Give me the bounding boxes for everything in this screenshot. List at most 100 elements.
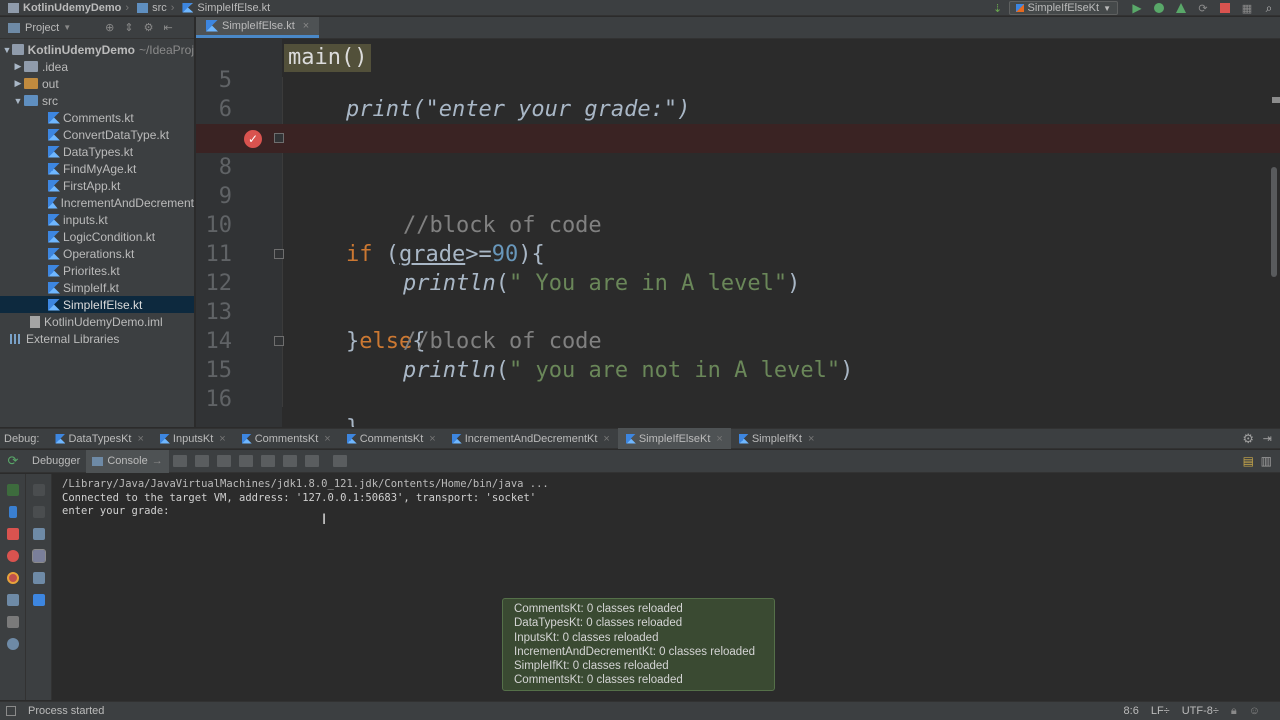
pin-arrow-icon[interactable]: →	[152, 455, 163, 467]
reload-button[interactable]: ⟳	[1192, 0, 1214, 16]
code-line-breakpoint[interactable]: 8 ✓ if (grade>=90){	[196, 124, 1280, 267]
layout-icon[interactable]: ▤	[1243, 454, 1254, 468]
collapse-all-icon[interactable]: ⇕	[124, 21, 133, 34]
close-icon[interactable]: ×	[603, 433, 609, 445]
up-stack-icon[interactable]	[32, 484, 45, 496]
tree-item-file[interactable]: Comments.kt	[0, 109, 194, 126]
close-icon[interactable]: ×	[324, 433, 330, 445]
fold-marker-icon[interactable]	[274, 133, 284, 143]
tree-item-src[interactable]: ▼ src	[0, 92, 194, 109]
resume-icon[interactable]	[6, 484, 19, 496]
drop-frame-icon[interactable]	[282, 455, 297, 467]
breadcrumb-src[interactable]: src	[129, 2, 171, 14]
expand-arrow-icon[interactable]: ▼	[2, 45, 12, 55]
code-area[interactable]: 5 print("enter your grade:") 6 var grade…	[196, 39, 1280, 427]
tab-simpleifelse[interactable]: SimpleIfElse.kt ×	[196, 17, 320, 38]
pause-icon[interactable]	[8, 506, 17, 518]
lock-icon[interactable]: 🔒︎	[1231, 705, 1237, 718]
settings-icon[interactable]	[6, 638, 19, 650]
tree-item-file[interactable]: Operations.kt	[0, 245, 194, 262]
run-configuration-select[interactable]: SimpleIfElseKt ▼	[1008, 1, 1118, 15]
line-separator[interactable]: LF÷	[1151, 705, 1170, 718]
code-line[interactable]: 14 println(" you are not in A level")	[196, 298, 1280, 383]
status-toggle-icon[interactable]	[6, 706, 16, 716]
editor-scrollbar[interactable]	[1271, 167, 1277, 277]
error-stripe-mark[interactable]	[1272, 97, 1280, 103]
code-line[interactable]: 7	[196, 95, 1280, 151]
evaluate-expression-icon[interactable]	[332, 455, 347, 467]
tree-item-file[interactable]: SimpleIf.kt	[0, 279, 194, 296]
breakpoint-icon[interactable]: ✓	[244, 130, 262, 148]
close-icon[interactable]: ×	[137, 433, 143, 445]
debug-tab[interactable]: InputsKt ×	[152, 428, 234, 449]
tree-item-iml[interactable]: KotlinUdemyDemo.iml	[0, 313, 194, 330]
gear-icon[interactable]: ⚙	[1242, 431, 1254, 447]
debug-tab-active[interactable]: SimpleIfElseKt ×	[617, 428, 731, 449]
debug-tab[interactable]: SimpleIfKt ×	[731, 428, 823, 449]
expand-arrow-icon[interactable]: ▼	[12, 96, 24, 106]
restore-layout-icon[interactable]: ▥	[1261, 454, 1272, 468]
show-execution-point-icon[interactable]	[172, 455, 187, 467]
debug-tab[interactable]: DataTypesKt ×	[47, 428, 151, 449]
hide-panel-icon[interactable]: ⇤	[163, 21, 172, 34]
tree-item-file[interactable]: LogicCondition.kt	[0, 228, 194, 245]
restore-layout-icon[interactable]	[6, 616, 19, 628]
search-icon[interactable]: ⌕	[1258, 0, 1280, 16]
stop-button[interactable]	[1214, 0, 1236, 16]
hide-panel-icon[interactable]: ⇥	[1263, 432, 1272, 445]
gear-icon[interactable]: ⚙	[144, 21, 154, 34]
fold-marker-icon[interactable]	[274, 336, 284, 346]
tree-item-file[interactable]: IncrementAndDecrement	[0, 194, 194, 211]
force-step-into-icon[interactable]	[238, 455, 253, 467]
hector-icon[interactable]: ☺	[1249, 705, 1260, 718]
build-icon[interactable]: ⇣	[987, 0, 1009, 16]
tree-item-file[interactable]: Priorites.kt	[0, 262, 194, 279]
code-line[interactable]: 12 }else{	[196, 240, 1280, 354]
close-icon[interactable]: ×	[808, 433, 814, 445]
print-icon[interactable]	[32, 572, 45, 584]
code-breadcrumb[interactable]: main()	[284, 44, 372, 72]
code-line[interactable]: 10	[196, 182, 1280, 238]
fold-marker-icon[interactable]	[274, 249, 284, 259]
code-line[interactable]: 9 //block of code	[196, 153, 1280, 238]
step-into-icon[interactable]	[216, 455, 231, 467]
debug-tab[interactable]: CommentsKt ×	[234, 428, 339, 449]
tree-item-file[interactable]: FindMyAge.kt	[0, 160, 194, 177]
clear-all-icon[interactable]	[32, 594, 45, 606]
collapse-arrow-icon[interactable]: ▶	[12, 61, 24, 72]
structure-icon[interactable]: ▦	[1236, 0, 1258, 16]
run-to-cursor-icon[interactable]	[304, 455, 319, 467]
tree-item-idea[interactable]: ▶ .idea	[0, 58, 194, 75]
breadcrumb-file[interactable]: SimpleIfElse.kt	[174, 2, 274, 14]
tree-item-file-selected[interactable]: SimpleIfElse.kt	[0, 296, 194, 313]
close-icon[interactable]: ×	[303, 20, 309, 32]
project-view-select[interactable]: Project	[25, 22, 59, 34]
stop-icon[interactable]	[6, 528, 19, 540]
tree-item-out[interactable]: ▶ out	[0, 75, 194, 92]
code-line[interactable]: 11 println(" You are in A level")	[196, 211, 1280, 296]
scroll-to-end-icon[interactable]	[31, 549, 46, 563]
tree-item-file[interactable]: FirstApp.kt	[0, 177, 194, 194]
code-line[interactable]: 15 }	[196, 327, 1280, 427]
coverage-button[interactable]	[1170, 0, 1192, 16]
tab-console[interactable]: Console →	[86, 449, 169, 473]
code-line[interactable]: 16	[196, 356, 1280, 412]
debug-tab[interactable]: CommentsKt ×	[339, 428, 444, 449]
debug-tab[interactable]: IncrementAndDecrementKt ×	[444, 428, 618, 449]
run-button[interactable]: ▶	[1126, 0, 1148, 16]
close-icon[interactable]: ×	[716, 433, 722, 445]
breadcrumb-project[interactable]: KotlinUdemyDemo	[0, 2, 125, 14]
close-icon[interactable]: ×	[429, 433, 435, 445]
get-thread-dump-icon[interactable]	[6, 594, 19, 606]
tab-debugger[interactable]: Debugger	[26, 450, 86, 473]
mute-breakpoints-icon[interactable]	[6, 572, 19, 584]
rerun-icon[interactable]: ⟳	[0, 453, 26, 469]
step-over-icon[interactable]	[194, 455, 209, 467]
tree-item-external-libraries[interactable]: External Libraries	[0, 330, 194, 347]
tree-root[interactable]: ▼ KotlinUdemyDemo ~/IdeaProj	[0, 41, 194, 58]
caret-position[interactable]: 8:6	[1124, 705, 1139, 718]
debug-button[interactable]	[1148, 0, 1170, 16]
collapse-arrow-icon[interactable]: ▶	[12, 78, 24, 89]
down-stack-icon[interactable]	[32, 506, 45, 518]
tree-item-file[interactable]: DataTypes.kt	[0, 143, 194, 160]
